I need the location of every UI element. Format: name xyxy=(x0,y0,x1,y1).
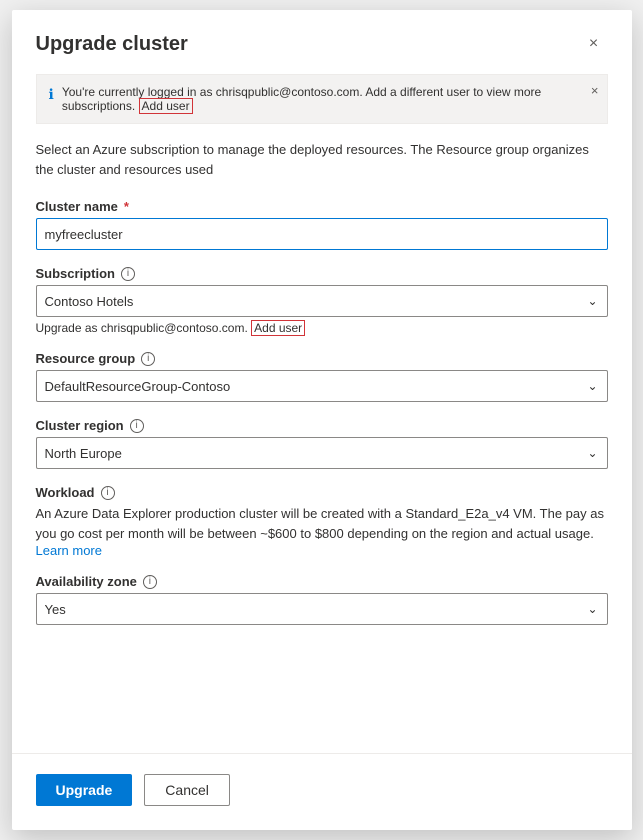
subscription-note: Upgrade as chrisqpublic@contoso.com. Add… xyxy=(36,321,608,335)
dialog-header: Upgrade cluster × xyxy=(12,10,632,74)
cluster-region-select-wrapper: North Europe ⌄ xyxy=(36,437,608,469)
cluster-name-group: Cluster name * xyxy=(36,199,608,250)
resource-group-select[interactable]: DefaultResourceGroup-Contoso xyxy=(36,370,608,402)
dialog-title: Upgrade cluster xyxy=(36,33,188,56)
subscription-group: Subscription i Contoso Hotels ⌄ Upgrade … xyxy=(36,266,608,335)
dialog-body: Select an Azure subscription to manage t… xyxy=(12,140,632,737)
workload-info-icon: i xyxy=(101,486,115,500)
resource-group-group: Resource group i DefaultResourceGroup-Co… xyxy=(36,351,608,402)
availability-zone-info-icon: i xyxy=(143,575,157,589)
availability-zone-group: Availability zone i Yes ⌄ xyxy=(36,574,608,625)
banner-add-user-link[interactable]: Add user xyxy=(139,98,193,114)
dialog-footer: Upgrade Cancel xyxy=(12,753,632,830)
cancel-button[interactable]: Cancel xyxy=(144,774,230,806)
cluster-name-label: Cluster name * xyxy=(36,199,608,214)
resource-group-info-icon: i xyxy=(141,352,155,366)
dialog-close-button[interactable]: × xyxy=(580,30,608,58)
upgrade-button[interactable]: Upgrade xyxy=(36,774,133,806)
upgrade-cluster-dialog: Upgrade cluster × ℹ You're currently log… xyxy=(12,10,632,830)
cluster-region-select[interactable]: North Europe xyxy=(36,437,608,469)
cluster-region-group: Cluster region i North Europe ⌄ xyxy=(36,418,608,469)
required-indicator: * xyxy=(124,199,129,214)
availability-zone-label: Availability zone i xyxy=(36,574,608,589)
subscription-label: Subscription i xyxy=(36,266,608,281)
workload-description: An Azure Data Explorer production cluste… xyxy=(36,504,608,543)
banner-close-button[interactable]: × xyxy=(591,83,599,98)
resource-group-select-wrapper: DefaultResourceGroup-Contoso ⌄ xyxy=(36,370,608,402)
info-banner: ℹ You're currently logged in as chrisqpu… xyxy=(36,74,608,124)
resource-group-label: Resource group i xyxy=(36,351,608,366)
cluster-name-input[interactable] xyxy=(36,218,608,250)
cluster-region-label: Cluster region i xyxy=(36,418,608,433)
subscription-select[interactable]: Contoso Hotels xyxy=(36,285,608,317)
info-icon: ℹ xyxy=(49,86,54,103)
availability-zone-select[interactable]: Yes xyxy=(36,593,608,625)
availability-zone-select-wrapper: Yes ⌄ xyxy=(36,593,608,625)
subscription-select-wrapper: Contoso Hotels ⌄ xyxy=(36,285,608,317)
banner-text: You're currently logged in as chrisqpubl… xyxy=(62,85,571,113)
subscription-add-user-link[interactable]: Add user xyxy=(251,320,305,336)
form-description: Select an Azure subscription to manage t… xyxy=(36,140,608,179)
workload-group: Workload i An Azure Data Explorer produc… xyxy=(36,485,608,558)
workload-label: Workload i xyxy=(36,485,608,500)
workload-learn-more-link[interactable]: Learn more xyxy=(36,543,102,558)
cluster-region-info-icon: i xyxy=(130,419,144,433)
subscription-info-icon: i xyxy=(121,267,135,281)
